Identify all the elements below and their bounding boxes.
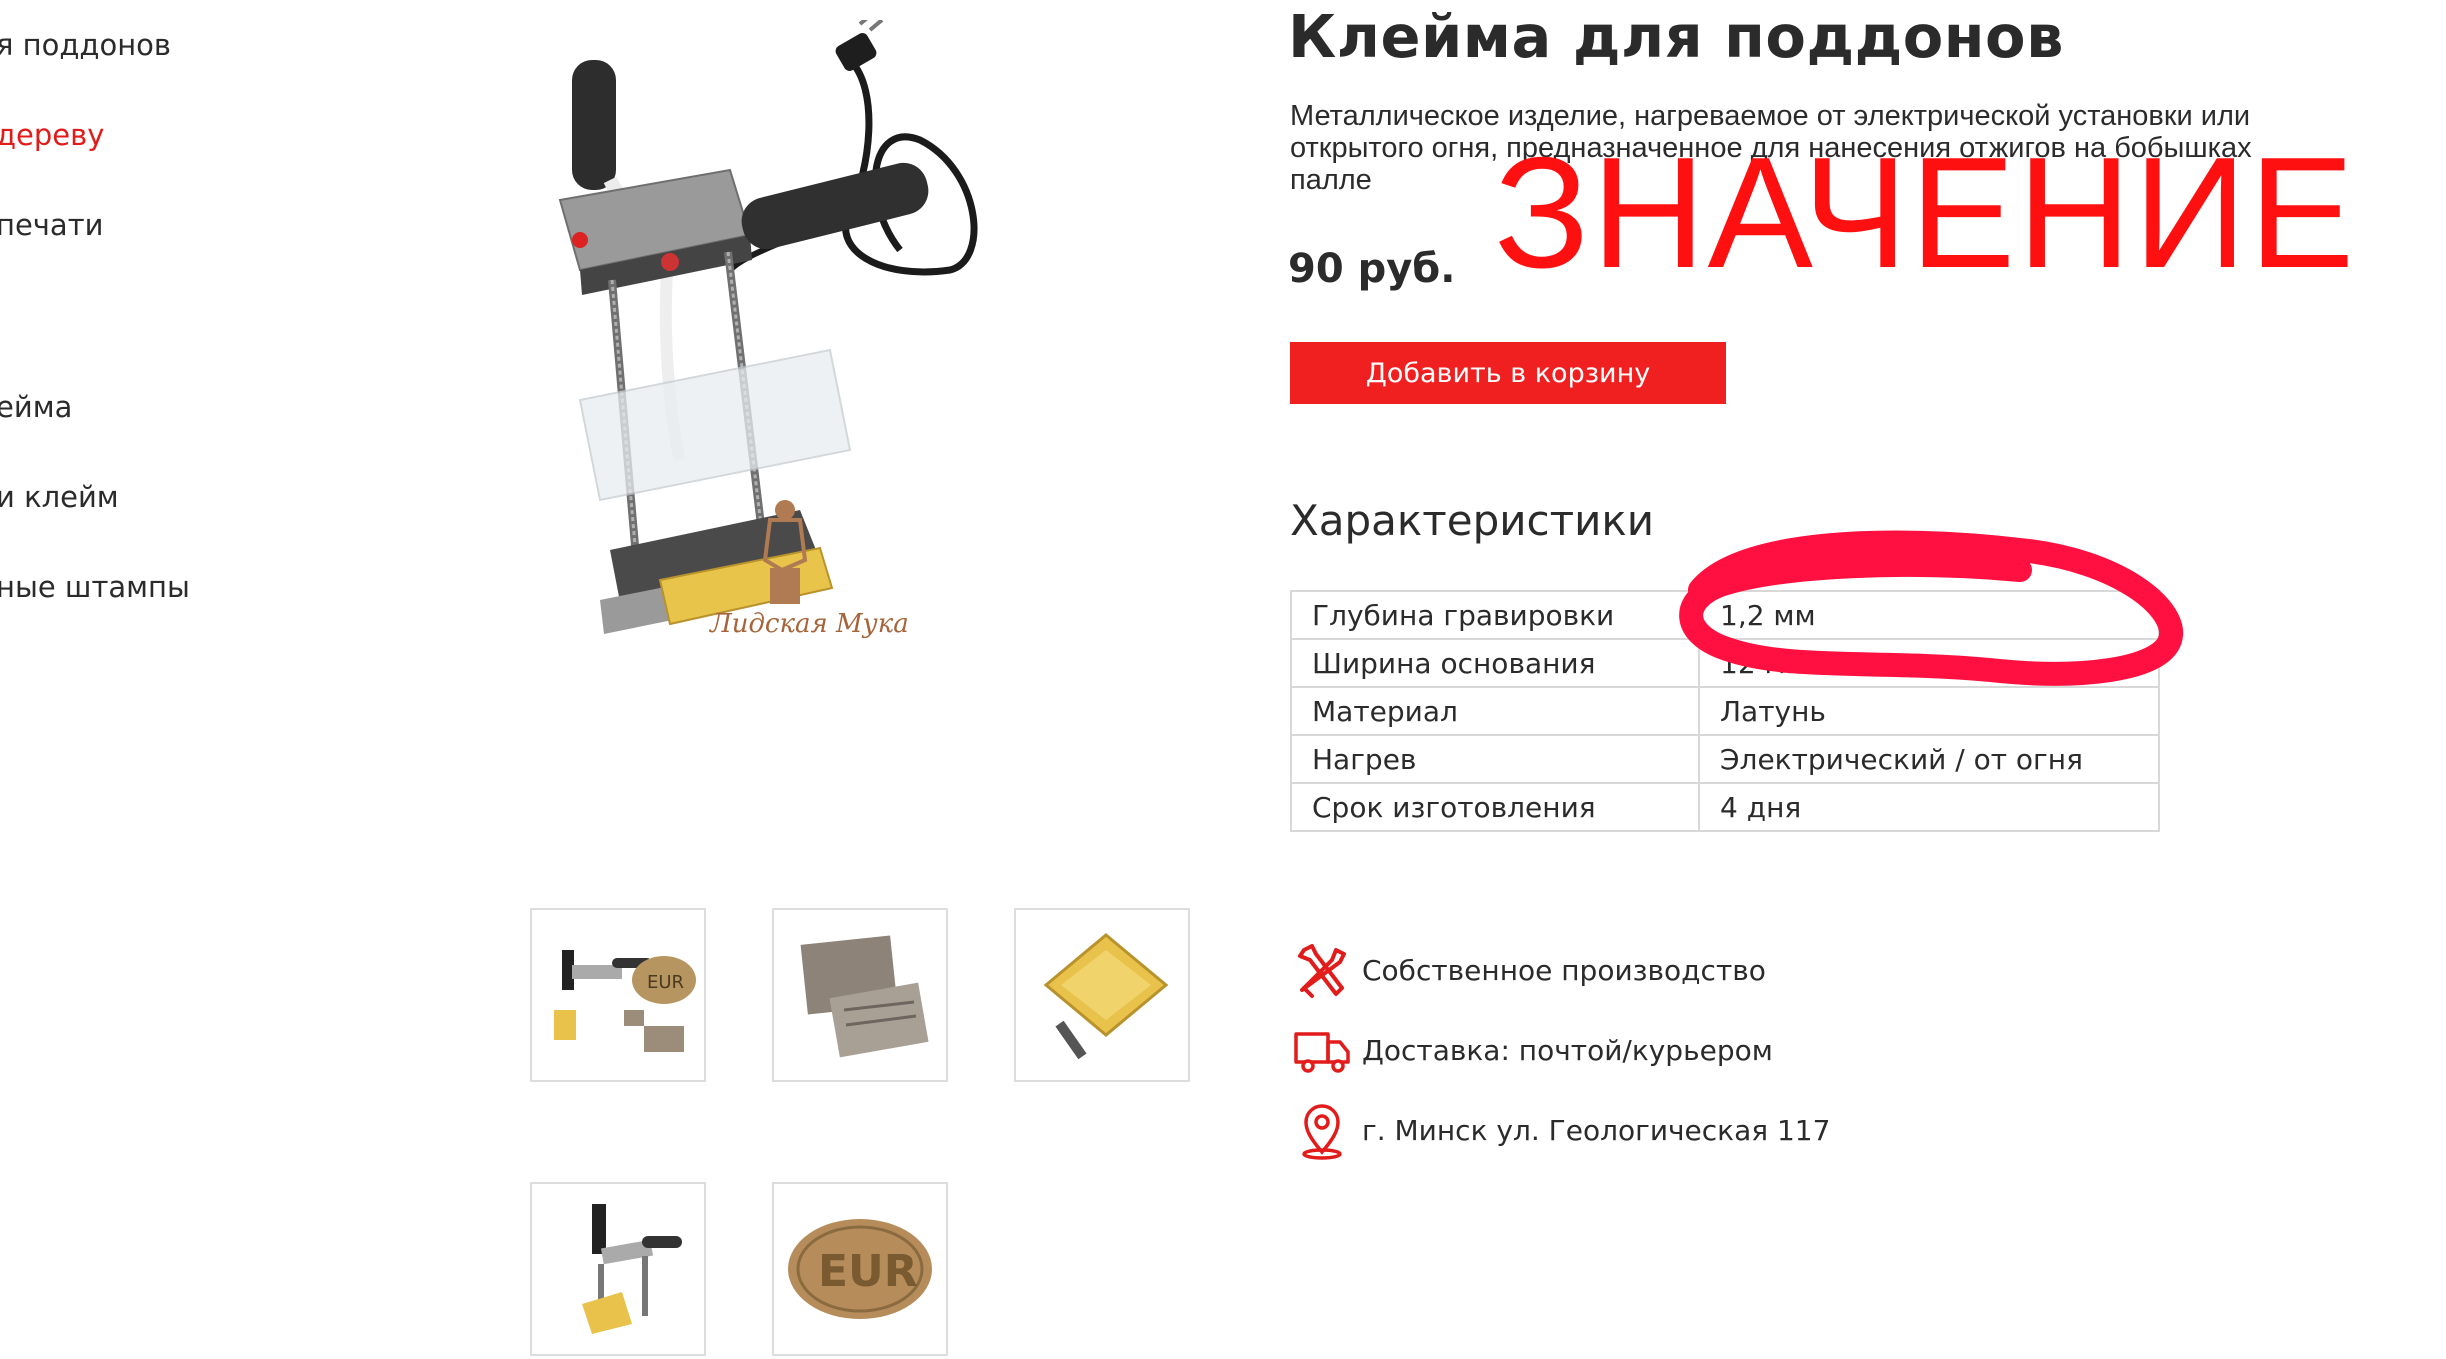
sidebar-item-seals[interactable]: печати — [0, 208, 103, 242]
svg-text:Лидская Мука: Лидская Мука — [708, 609, 909, 639]
svg-text:EUR: EUR — [818, 1246, 918, 1297]
spec-value: 12 мм — [1698, 638, 2160, 688]
thumbnail-3[interactable] — [1014, 908, 1190, 1082]
annotation-overlay-text: ЗНАЧЕНИЕ — [1494, 125, 2357, 301]
main-product-image[interactable]: Лидская Мука — [520, 12, 990, 660]
location-pin-icon — [1292, 1100, 1352, 1160]
feature-text: Собственное производство — [1362, 953, 1766, 987]
sidebar-item-stamp-holders[interactable]: и клейм — [0, 480, 119, 514]
table-row: Срок изготовления 4 дня — [1290, 782, 2160, 832]
add-to-cart-button[interactable]: Добавить в корзину — [1290, 342, 1726, 404]
characteristics-table: Глубина гравировки 1,2 мм Ширина основан… — [1290, 590, 2160, 832]
feature-delivery: Доставка: почтой/курьером — [1292, 1020, 1773, 1080]
table-row: Нагрев Электрический / от огня — [1290, 734, 2160, 784]
spec-key: Срок изготовления — [1290, 782, 1700, 832]
spec-value: 1,2 мм — [1698, 590, 2160, 640]
characteristics-heading: Характеристики — [1290, 496, 1655, 545]
table-row: Ширина основания 12 мм — [1290, 638, 2160, 688]
thumbnail-5[interactable]: EUR — [772, 1182, 948, 1356]
spec-key: Нагрев — [1290, 734, 1700, 784]
spec-key: Ширина основания — [1290, 638, 1700, 688]
product-price: 90 руб. — [1288, 246, 1456, 292]
feature-text: Доставка: почтой/курьером — [1362, 1033, 1773, 1067]
table-row: Материал Латунь — [1290, 686, 2160, 736]
feature-production: Собственное производство — [1292, 940, 1766, 1000]
spec-value: 4 дня — [1698, 782, 2160, 832]
table-row: Глубина гравировки 1,2 мм — [1290, 590, 2160, 640]
thumbnail-2[interactable] — [772, 908, 948, 1082]
spec-value: Электрический / от огня — [1698, 734, 2160, 784]
sidebar-item-pallet-stamps[interactable]: я поддонов — [0, 28, 171, 62]
svg-text:EUR: EUR — [647, 972, 684, 993]
delivery-truck-icon — [1292, 1020, 1352, 1080]
spec-value: Латунь — [1698, 686, 2160, 736]
product-title: Клейма для поддонов — [1288, 2, 2064, 71]
spec-key: Материал — [1290, 686, 1700, 736]
thumbnail-4[interactable] — [530, 1182, 706, 1356]
sidebar-item-brands[interactable]: ейма — [0, 390, 72, 424]
feature-address: г. Минск ул. Геологическая 117 — [1292, 1100, 1830, 1160]
tools-icon — [1292, 940, 1352, 1000]
feature-text: г. Минск ул. Геологическая 117 — [1362, 1113, 1831, 1147]
sidebar-item-wood-stamps[interactable]: дереву — [0, 118, 104, 152]
thumbnail-1[interactable]: EUR — [530, 908, 706, 1082]
spec-key: Глубина гравировки — [1290, 590, 1700, 640]
sidebar-item-custom-stamps[interactable]: ные штампы — [0, 570, 190, 604]
